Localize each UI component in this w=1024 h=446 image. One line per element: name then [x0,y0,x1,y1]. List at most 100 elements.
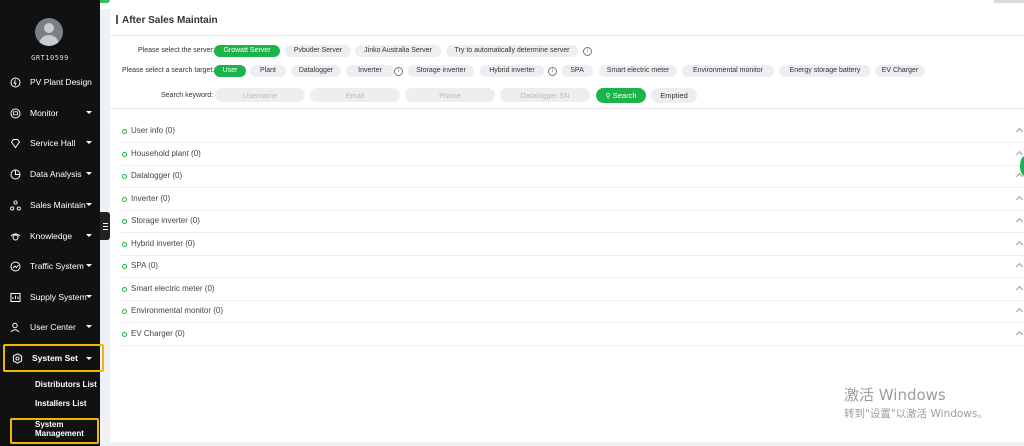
result-section-environmental-monitor[interactable]: Environmental monitor (0) [120,300,1024,323]
section-label: Smart electric meter (0) [131,284,215,293]
result-section-datalogger[interactable]: Datalogger (0) [120,165,1024,188]
sidebar-item-supply-system[interactable]: Supply System [0,285,100,309]
bullet-dot [122,219,127,224]
bullet-dot [122,242,127,247]
target-label: Please select a search target: [122,67,215,74]
section-label: Environmental monitor (0) [131,306,224,315]
section-label: Hybrid inverter (0) [131,239,196,248]
sidebar-item-sales-maintain[interactable]: Sales Maintain [0,193,100,217]
sidebar-item-traffic-system[interactable]: Traffic System [0,254,100,278]
chevron-up-icon[interactable] [1015,195,1024,204]
target-chip-user[interactable]: User [214,65,246,77]
search-button[interactable]: ⚲ Search [596,88,646,103]
top-pill [994,0,1024,3]
bullet-dot [122,287,127,292]
target-chip-hybrid-inverter[interactable]: Hybrid inverter [480,65,544,77]
floating-help-button[interactable] [1020,156,1024,176]
windows-activation-watermark: 激活 Windows [844,386,946,404]
result-section-storage-inverter[interactable]: Storage inverter (0) [120,210,1024,233]
data-analysis-icon [10,169,21,180]
info-icon[interactable]: i [548,67,557,76]
server-chip-pvbutler[interactable]: Pvbutler Server [285,45,351,57]
target-chip-datalogger[interactable]: Datalogger [291,65,341,77]
user-center-icon [10,322,21,333]
info-icon[interactable]: i [394,67,403,76]
sidebar-item-label: Service Hall [30,138,76,148]
result-section-spa[interactable]: SPA (0) [120,255,1024,278]
server-label: Please select the server: [138,47,215,54]
pv-design-icon [10,77,21,88]
subitem-installers-list[interactable]: Installers List [35,399,87,408]
chevron-up-icon[interactable] [1015,307,1024,316]
search-button-label: Search [612,91,637,100]
subitem-system-management[interactable]: System Management [35,420,95,438]
bullet-dot [122,174,127,179]
result-section-hybrid-inverter[interactable]: Hybrid inverter (0) [120,233,1024,256]
result-section-household-plant[interactable]: Household plant (0) [120,143,1024,166]
target-chip-energy-storage-battery[interactable]: Energy storage battery [779,65,871,77]
result-section-user-info[interactable]: User info (0) [120,120,1024,143]
datalogger-sn-input[interactable] [500,88,590,102]
menu-line [102,222,108,224]
avatar[interactable] [35,18,63,46]
chevron-up-icon[interactable] [1015,262,1024,271]
sidebar-collapse-handle[interactable] [100,212,110,240]
result-section-ev-charger[interactable]: EV Charger (0) [120,323,1024,346]
target-chip-storage-inverter[interactable]: Storage inverter [408,65,474,77]
server-chip-jinko[interactable]: Jinko Australia Server [355,45,441,57]
sidebar-item-pv-plant-design[interactable]: PV Plant Design [0,70,100,94]
chevron-up-icon[interactable] [1015,127,1024,136]
sidebar-item-label: Traffic System [30,261,84,271]
bullet-dot [122,129,127,134]
bullet-dot [122,332,127,337]
sidebar-item-label: Sales Maintain [30,200,86,210]
server-chip-growatt[interactable]: Growatt Server [214,45,280,57]
menu-line [102,225,108,227]
sidebar-item-label: Knowledge [30,231,73,241]
monitor-icon [10,108,21,119]
sidebar-item-label: Supply System [30,292,87,302]
chevron-down-icon [86,203,92,206]
server-chip-auto[interactable]: Try to automatically determine server [446,45,578,57]
emptied-button[interactable]: Emptied [651,88,697,103]
sidebar-item-monitor[interactable]: Monitor [0,101,100,125]
chevron-up-icon[interactable] [1015,285,1024,294]
chevron-up-icon[interactable] [1015,330,1024,339]
sidebar-item-user-center[interactable]: User Center [0,315,100,339]
section-label: Inverter (0) [131,194,171,203]
bullet-dot [122,264,127,269]
sidebar-item-system-set[interactable]: System Set [0,346,100,370]
target-chip-plant[interactable]: Plant [250,65,286,77]
sidebar-item-data-analysis[interactable]: Data Analysis [0,162,100,186]
target-chip-inverter[interactable]: Inverter [346,65,394,77]
sidebar-item-service-hall[interactable]: Service Hall [0,131,100,155]
info-icon[interactable]: i [583,47,592,56]
target-chip-spa[interactable]: SPA [561,65,593,77]
result-section-smart-electric-meter[interactable]: Smart electric meter (0) [120,278,1024,301]
phone-input[interactable] [405,88,495,102]
section-label: SPA (0) [131,261,158,270]
subitem-distributors-list[interactable]: Distributors List [35,380,97,389]
chevron-up-icon[interactable] [1015,217,1024,226]
windows-activation-hint: 转到"设置"以激活 Windows。 [844,408,988,420]
target-chip-ev-charger[interactable]: EV Charger [875,65,925,77]
sidebar-item-label: PV Plant Design [30,77,92,87]
traffic-system-icon [10,261,21,272]
chevron-down-icon [86,141,92,144]
sales-maintain-icon [10,199,21,211]
knowledge-icon [10,231,21,242]
sidebar-item-label: Monitor [30,108,59,118]
result-section-inverter[interactable]: Inverter (0) [120,188,1024,211]
chevron-down-icon [86,111,92,114]
supply-system-icon [10,292,21,303]
divider [110,35,1024,36]
section-label: Household plant (0) [131,149,201,158]
username-input[interactable] [215,88,305,102]
chevron-up-icon[interactable] [1015,240,1024,249]
email-input[interactable] [310,88,400,102]
target-chip-smart-meter[interactable]: Smart electric meter [599,65,677,77]
sidebar-item-knowledge[interactable]: Knowledge [0,224,100,248]
username: GRT10599 [31,54,69,62]
chevron-down-icon [86,325,92,328]
target-chip-environmental-monitor[interactable]: Environmental monitor [682,65,774,77]
